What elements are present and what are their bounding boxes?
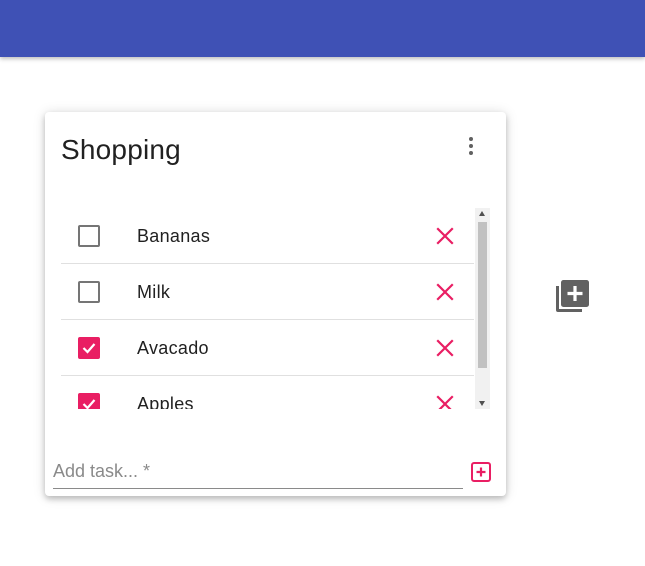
task-label: Apples: [137, 394, 194, 409]
add-box-icon[interactable]: [469, 460, 493, 484]
list-scrollbar[interactable]: [475, 208, 490, 409]
task-list: Bananas Milk Avacado Apples: [61, 208, 474, 409]
list-item: Bananas: [61, 208, 474, 264]
todo-list-card: Shopping Bananas Milk Avacado Apples Add…: [45, 112, 506, 496]
task-checkbox[interactable]: [78, 393, 100, 409]
more-vert-icon[interactable]: [459, 134, 483, 158]
task-checkbox[interactable]: [78, 225, 100, 247]
close-icon[interactable]: [435, 394, 455, 409]
scroll-down-icon[interactable]: [479, 401, 485, 406]
check-icon: [82, 343, 96, 354]
check-icon: [82, 399, 96, 409]
task-checkbox[interactable]: [78, 337, 100, 359]
task-label: Avacado: [137, 338, 209, 358]
add-task-input[interactable]: [53, 452, 463, 488]
task-label: Bananas: [137, 226, 211, 246]
list-item: Apples: [61, 376, 474, 409]
scroll-up-icon[interactable]: [479, 211, 485, 216]
scrollbar-thumb[interactable]: [478, 222, 487, 368]
task-checkbox[interactable]: [78, 281, 100, 303]
app-bar: [0, 0, 645, 57]
close-icon[interactable]: [435, 226, 455, 246]
task-label: Milk: [137, 282, 171, 302]
card-title: Shopping: [61, 134, 181, 165]
close-icon[interactable]: [435, 338, 455, 358]
library-add-icon[interactable]: [552, 276, 592, 316]
close-icon[interactable]: [435, 282, 455, 302]
list-item: Milk: [61, 264, 474, 320]
add-task-field: [53, 452, 463, 489]
list-item: Avacado: [61, 320, 474, 376]
